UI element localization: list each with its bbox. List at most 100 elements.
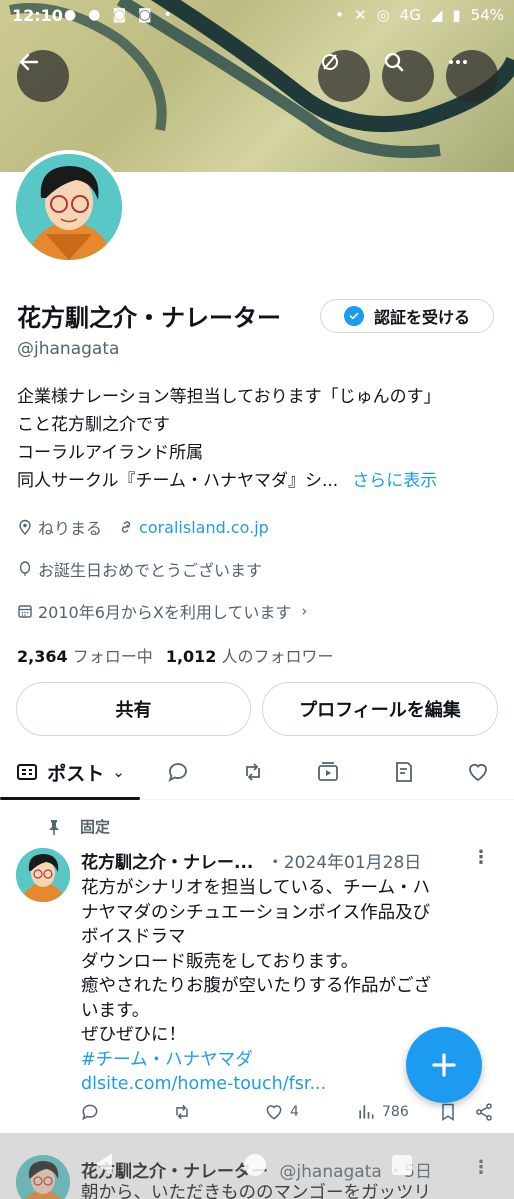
following-label[interactable]: フォロー中 [73, 647, 153, 666]
get-verified-button[interactable]: 認証を受ける [320, 299, 494, 333]
profile-tabs: ポスト ⌄ [0, 744, 514, 800]
signal-icon: ◢ [430, 6, 443, 24]
pin-icon [49, 819, 59, 835]
notification-icons: ● ● ◙ ◙ • [64, 7, 172, 23]
system-icons: • ✕ ◎ 4G ◢ ▮ 54% [335, 6, 504, 24]
nav-recent-apps-icon[interactable] [392, 1155, 412, 1175]
reposts-icon [246, 763, 260, 781]
discord-icon: ◙ [112, 7, 127, 23]
post-date[interactable]: ・2024年01月28日 [267, 853, 422, 873]
followers-label[interactable]: 人のフォロワー [222, 647, 334, 666]
search-button[interactable] [382, 50, 434, 102]
follow-stats: 2,364 フォロー中 1,012 人のフォロワー [17, 643, 334, 667]
active-tab-indicator [0, 797, 140, 800]
sync-button[interactable] [318, 50, 370, 102]
pinned-indicator: 固定 [46, 816, 110, 837]
more-button[interactable] [446, 50, 498, 102]
birthday-row: お誕生日おめでとうございます [17, 557, 262, 581]
post-more-icon[interactable]: ⋮ [472, 847, 490, 868]
joined-row[interactable]: 2010年6月からXを利用しています › [17, 599, 307, 623]
chevron-right-icon: › [301, 602, 308, 620]
likes-icon [469, 763, 487, 782]
bio-line-text: 同人サークル『チーム・ハナヤマダ』シ... [17, 471, 339, 491]
post-line: います。 [81, 1000, 150, 1021]
facebook-icon: ● [64, 7, 77, 23]
share-post-button[interactable] [474, 1102, 494, 1122]
edit-profile-button[interactable]: プロフィールを編集 [262, 682, 498, 736]
nav-home-icon[interactable] [244, 1154, 266, 1176]
location-icon [19, 519, 31, 535]
profile-handle: @jhanagata [17, 339, 120, 359]
get-verified-label: 認証を受ける [373, 308, 470, 327]
battery-level: 54% [470, 6, 504, 24]
back-button[interactable] [17, 50, 69, 102]
tab-likes[interactable] [450, 744, 506, 800]
search-icon [384, 52, 404, 72]
compose-post-button[interactable] [406, 1027, 482, 1103]
tab-posts[interactable]: ポスト ⌄ [0, 744, 140, 800]
link-icon [121, 521, 131, 533]
bookmark-icon [442, 1103, 454, 1121]
post-line: ボイスドラマ [81, 927, 186, 947]
back-icon [19, 53, 39, 71]
plus-icon [432, 1053, 456, 1077]
system-navigation-bar [0, 1133, 514, 1199]
view-count: 786 [382, 1104, 409, 1120]
network-label: 4G [399, 6, 421, 24]
post-line: 花方がシナリオを担当している、チーム・ハ [81, 878, 430, 898]
location-text: ねりまる [38, 519, 103, 538]
like-icon [266, 1105, 282, 1120]
calendar-icon [18, 605, 32, 618]
dot-icon: • [335, 6, 344, 24]
bio-line: 企業様ナレーション等担当しております「じゅんのす」 [17, 387, 441, 407]
post-avatar[interactable] [16, 848, 70, 902]
profile-bio: 企業様ナレーション等担当しております「じゅんのす」 こと花方馴之介です コーラル… [17, 383, 507, 495]
reply-icon [81, 1104, 98, 1121]
mute-icon: ✕ [354, 6, 367, 24]
reply-button[interactable] [80, 1102, 100, 1122]
articles-icon [396, 762, 412, 782]
bookmark-button[interactable] [438, 1102, 458, 1122]
bio-line: 同人サークル『チーム・ハナヤマダ』シ... さらに表示 [17, 467, 507, 495]
tab-replies[interactable] [150, 744, 206, 800]
location-website-row: ねりまる coralisland.co.jp [17, 515, 269, 539]
repost-button[interactable] [172, 1102, 192, 1122]
post-line: 癒やされたりお腹が空いたりする作品がござ [81, 976, 431, 996]
like-button[interactable]: 4 [264, 1102, 299, 1122]
pinned-label: 固定 [80, 818, 111, 836]
views-icon [359, 1105, 374, 1119]
profile-name: 花方馴之介・ナレーター [17, 304, 281, 332]
no-sync-icon [322, 54, 338, 70]
verified-badge-icon [343, 306, 364, 326]
website-link[interactable]: coralisland.co.jp [139, 518, 269, 537]
replies-icon [168, 763, 187, 782]
bio-line: コーラルアイランド所属 [17, 443, 204, 463]
profile-avatar[interactable] [12, 150, 126, 264]
profile-banner[interactable]: 12:10 ● ● ◙ ◙ • • ✕ ◎ 4G ◢ ▮ 54% [0, 0, 514, 172]
show-more-link[interactable]: さらに表示 [352, 471, 437, 491]
bio-line: こと花方馴之介です [17, 415, 170, 435]
balloon-icon [19, 561, 31, 576]
avatar-illustration [16, 154, 122, 260]
following-count[interactable]: 2,364 [17, 647, 68, 666]
chevron-down-icon: ⌄ [112, 763, 125, 781]
post-line: ダウンロード販売をしております。 [81, 951, 359, 972]
tab-articles[interactable] [376, 744, 432, 800]
like-count: 4 [290, 1104, 299, 1120]
nav-back-icon[interactable] [96, 1153, 112, 1175]
post-author[interactable]: 花方馴之介・ナレー... [81, 853, 253, 873]
birthday-text: お誕生日おめでとうございます [38, 561, 263, 580]
avatar-illustration [16, 848, 70, 902]
tab-reposts[interactable] [225, 744, 281, 800]
tab-posts-label: ポスト [47, 762, 105, 785]
more-icon [449, 60, 467, 64]
tab-videos[interactable] [300, 744, 356, 800]
status-time: 12:10 [12, 6, 63, 25]
followers-count[interactable]: 1,012 [166, 647, 217, 666]
edit-profile-label: プロフィールを編集 [299, 700, 461, 721]
views-button[interactable]: 786 [356, 1102, 409, 1122]
share-icon [476, 1103, 492, 1121]
share-label: 共有 [115, 700, 152, 721]
post-header: 花方馴之介・ナレー... ・2024年01月28日 [81, 848, 421, 873]
share-button[interactable]: 共有 [16, 682, 251, 736]
